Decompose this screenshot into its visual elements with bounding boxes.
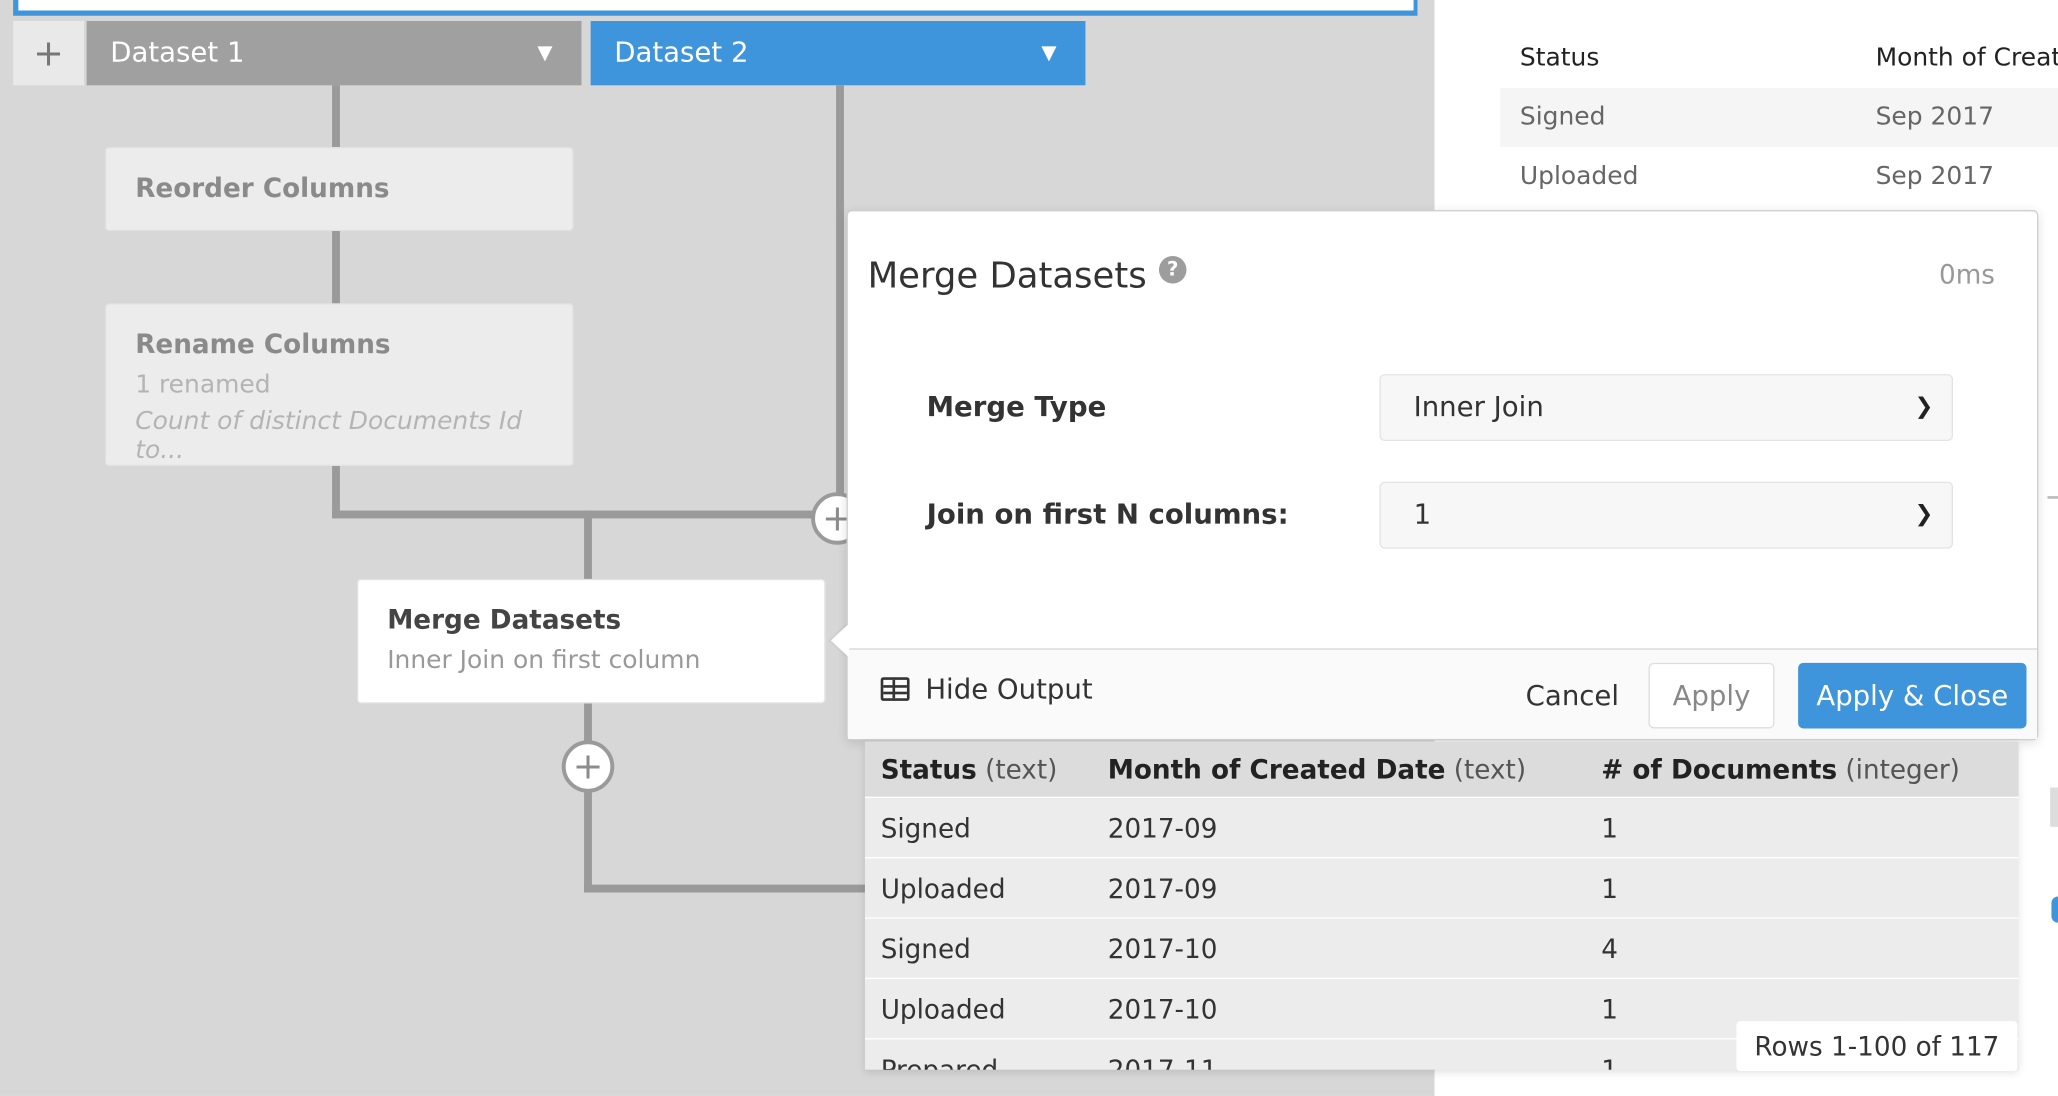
table-cell: Sep 2017 (1875, 102, 1994, 132)
connector-line (836, 85, 844, 519)
output-table-header: Status (text) Month of Created Date (tex… (864, 741, 2019, 797)
step-rename-columns[interactable]: Rename Columns 1 renamed Count of distin… (105, 303, 574, 466)
join-columns-label: Join on first N columns: (926, 498, 1289, 531)
step-title: Reorder Columns (135, 171, 390, 204)
table-cell: Uploaded (880, 872, 1006, 905)
column-header: Month of Create (1875, 43, 2058, 73)
rows-count-badge: Rows 1-100 of 117 (1736, 1021, 2018, 1071)
column-header: # of Documents (integer) (1601, 753, 1960, 785)
edge-fragment (2050, 787, 2058, 827)
connector-line (584, 884, 867, 893)
edge-fragment (2051, 896, 2058, 923)
add-dataset-button[interactable]: + (13, 21, 84, 86)
hide-output-button[interactable]: Hide Output (880, 673, 1093, 705)
table-cell: 1 (1601, 1053, 1618, 1070)
table-cell: 1 (1601, 872, 1618, 905)
connector-line (332, 231, 340, 305)
table-cell: Sep 2017 (1875, 161, 1994, 191)
dialog-title: Merge Datasets (867, 255, 1147, 297)
table-cell: 1 (1601, 993, 1618, 1026)
table-row: Uploaded Sep 2017 (1500, 147, 2058, 206)
apply-close-button[interactable]: Apply & Close (1798, 662, 2027, 729)
step-title: Merge Datasets (387, 603, 622, 636)
merge-type-select[interactable]: Inner Join ❯ (1379, 374, 1953, 441)
table-cell: Signed (880, 812, 971, 844)
table-cell: Uploaded (880, 993, 1006, 1026)
step-merge-datasets[interactable]: Merge Datasets Inner Join on first colum… (357, 578, 826, 704)
table-cell: 4 (1601, 933, 1618, 965)
column-header: Status (text) (880, 753, 1058, 785)
merge-datasets-dialog: Merge Datasets ? 0ms Merge Type Inner Jo… (846, 210, 2039, 741)
help-icon[interactable]: ? (1158, 255, 1187, 284)
merge-type-label: Merge Type (926, 391, 1107, 423)
join-columns-select[interactable]: 1 ❯ (1379, 481, 1953, 549)
table-cell: Signed (1519, 102, 1606, 132)
table-cell: Uploaded (1519, 161, 1639, 191)
timing-label: 0ms (1939, 258, 1995, 291)
step-subtitle: 1 renamed (135, 370, 271, 399)
popup-pointer-inner (830, 623, 850, 658)
table-cell: Signed (880, 933, 971, 965)
table-cell: 2017-10 (1107, 933, 1218, 965)
column-header: Status (1519, 43, 1600, 73)
table-cell: 2017-11 (1107, 1053, 1218, 1070)
preview-table-header: Status Month of Create (1500, 29, 2058, 88)
connector-line (584, 702, 592, 893)
hide-output-label: Hide Output (925, 673, 1093, 705)
caret-down-icon[interactable]: ▼ (1041, 21, 1056, 85)
step-subtitle: Inner Join on first column (387, 645, 701, 675)
table-icon (880, 677, 910, 701)
top-bar-inner (18, 0, 1414, 11)
tab-dataset-1[interactable]: Dataset 1 ▼ (86, 21, 582, 86)
apply-button[interactable]: Apply (1648, 662, 1775, 729)
table-row: Uploaded 2017-09 1 (864, 857, 2019, 917)
table-cell: 2017-10 (1107, 993, 1218, 1026)
tab-label: Dataset 1 (110, 36, 245, 69)
edge-fragment (2047, 496, 2058, 499)
table-cell: 1 (1601, 812, 1618, 844)
chevron-down-icon: ❯ (1914, 501, 1934, 528)
cancel-button[interactable]: Cancel (1500, 663, 1644, 729)
chevron-down-icon: ❯ (1914, 393, 1934, 420)
tab-label: Dataset 2 (614, 36, 749, 69)
table-row: Signed Sep 2017 (1500, 87, 2058, 147)
add-step-plus-icon[interactable]: + (561, 740, 615, 793)
column-header: Month of Created Date (text) (1107, 753, 1527, 785)
step-detail: Count of distinct Documents Id to... (135, 406, 523, 465)
table-cell: Prepared (880, 1053, 999, 1070)
select-value: 1 (1413, 498, 1432, 531)
connector-line (332, 85, 340, 149)
step-title: Rename Columns (135, 328, 391, 360)
step-reorder-columns[interactable]: Reorder Columns (105, 147, 574, 231)
table-cell: 2017-09 (1107, 872, 1218, 905)
connector-line (332, 465, 340, 518)
select-value: Inner Join (1413, 391, 1544, 423)
tab-dataset-2[interactable]: Dataset 2 ▼ (590, 21, 1086, 86)
plus-icon: + (33, 31, 64, 75)
dialog-footer: Hide Output Cancel Apply Apply & Close (847, 648, 2037, 739)
table-cell: 2017-09 (1107, 812, 1218, 844)
caret-down-icon[interactable]: ▼ (537, 21, 552, 85)
table-row: Signed 2017-10 4 (864, 917, 2019, 977)
table-row: Signed 2017-09 1 (864, 796, 2019, 857)
connector-line (584, 510, 592, 581)
